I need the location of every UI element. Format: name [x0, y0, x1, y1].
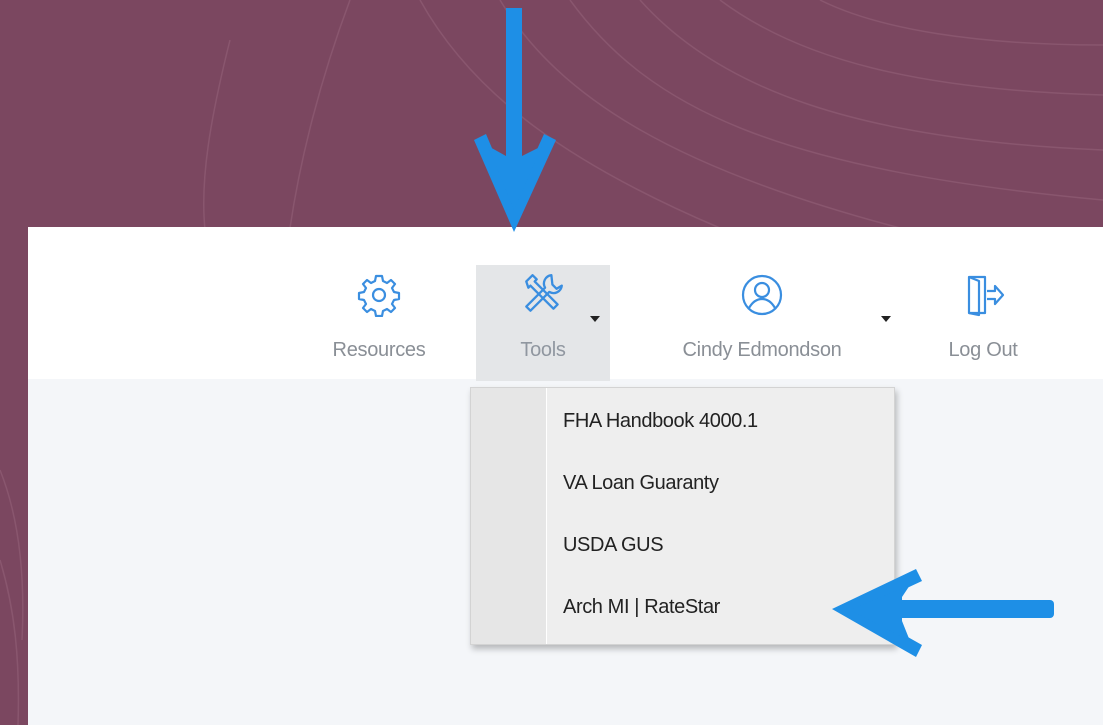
nav-tools-button[interactable]: Tools	[476, 265, 610, 381]
nav-resources-label: Resources	[332, 339, 426, 361]
nav-logout-label: Log Out	[948, 339, 1018, 361]
user-circle-icon	[741, 274, 783, 316]
nav-resources-button[interactable]: Resources	[304, 265, 454, 379]
nav-user-label: Cindy Edmondson	[682, 339, 842, 361]
annotation-down-arrow	[474, 8, 556, 232]
nav-tools-label: Tools	[520, 339, 566, 361]
gear-icon	[357, 274, 401, 317]
menu-item-fha-handbook[interactable]: FHA Handbook 4000.1	[547, 390, 893, 452]
annotation-left-arrow	[832, 569, 1054, 657]
logout-door-icon	[967, 275, 1005, 317]
nav-user-button[interactable]: Cindy Edmondson	[631, 265, 893, 379]
menu-item-va-loan-guaranty[interactable]: VA Loan Guaranty	[547, 452, 893, 514]
top-navigation-bar: Resources Tools Cindy Edmondson Log Out	[28, 227, 1103, 381]
tools-caret-icon[interactable]	[590, 316, 600, 322]
tools-icon	[525, 274, 563, 312]
nav-logout-button[interactable]: Log Out	[888, 265, 1078, 379]
menu-icon-gutter	[471, 388, 547, 644]
screenshot-stage: Resources Tools Cindy Edmondson Log Out …	[0, 0, 1103, 725]
